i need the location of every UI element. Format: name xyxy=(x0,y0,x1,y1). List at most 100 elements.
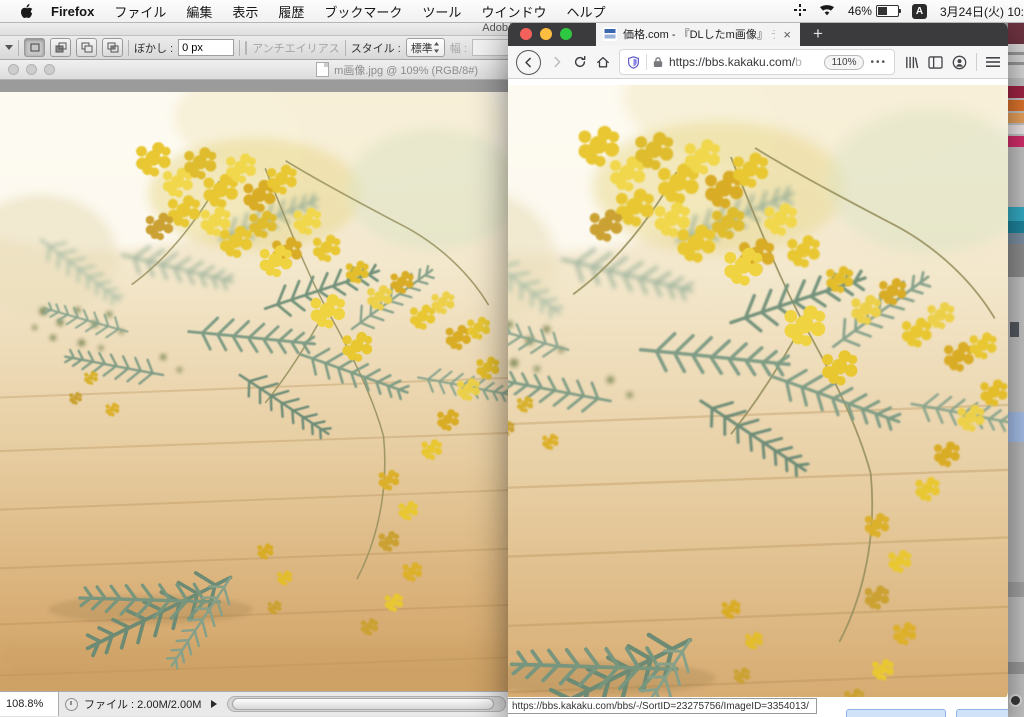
antialias-label: アンチエイリアス xyxy=(252,42,340,55)
separator xyxy=(128,39,129,56)
tab-title: 価格.com - 『DLしたm画像』 デ xyxy=(623,29,775,41)
strip-segment xyxy=(1008,207,1024,221)
menu-file[interactable]: ファイル xyxy=(104,2,176,21)
status-url-text: https://bbs.kakaku.com/bbs/-/SortID=2327… xyxy=(512,700,809,712)
document-file-icon xyxy=(316,62,330,77)
page-actions-button[interactable]: ••• xyxy=(870,57,887,68)
mimosa-photo-photoshop[interactable] xyxy=(0,92,510,691)
library-button[interactable] xyxy=(904,55,919,70)
menu-edit[interactable]: 編集 xyxy=(176,2,222,21)
page-button-partial[interactable] xyxy=(846,709,946,717)
add-selection-button[interactable] xyxy=(50,38,71,57)
new-selection-button[interactable] xyxy=(24,38,45,57)
strip-segment xyxy=(1008,136,1024,147)
close-window-button[interactable] xyxy=(520,28,532,40)
back-button[interactable] xyxy=(516,49,541,75)
strip-segment xyxy=(1008,412,1024,442)
image-lightbox-card xyxy=(508,85,1008,703)
url-bar[interactable]: https://bbs.kakaku.com/b 110% ••• xyxy=(619,49,895,75)
new-tab-button[interactable]: + xyxy=(800,22,836,46)
menu-button[interactable] xyxy=(986,56,1000,68)
strip-segment xyxy=(1008,100,1024,111)
menubar-app-name[interactable]: Firefox xyxy=(41,4,104,19)
strip-segment xyxy=(1010,322,1019,337)
strip-segment xyxy=(1008,113,1024,123)
firefox-window: 価格.com - 『DLしたm画像』 デ × + https://bbs.kak… xyxy=(508,22,1008,717)
url-text[interactable]: https://bbs.kakaku.com/b xyxy=(669,55,818,69)
intersect-selection-button[interactable] xyxy=(102,38,123,57)
mimosa-photo-browser[interactable] xyxy=(508,85,1008,697)
strip-segment xyxy=(1008,221,1024,233)
battery-indicator[interactable]: 46% xyxy=(848,4,901,18)
background-window-strip[interactable] xyxy=(1008,22,1024,717)
menu-tools[interactable]: ツール xyxy=(412,2,471,21)
style-value: 標準 xyxy=(410,42,433,55)
feather-label: ぼかし : xyxy=(134,42,174,55)
menu-view[interactable]: 表示 xyxy=(222,2,268,21)
menu-help[interactable]: ヘルプ xyxy=(556,2,615,21)
style-select[interactable]: 標準 xyxy=(405,38,445,57)
zoom-window-button[interactable] xyxy=(560,28,572,40)
photoshop-canvas[interactable] xyxy=(0,92,510,691)
account-button[interactable] xyxy=(952,55,967,70)
sidebar-button[interactable] xyxy=(928,55,943,69)
minimize-window-button[interactable] xyxy=(540,28,552,40)
status-url-tooltip: https://bbs.kakaku.com/bbs/-/SortID=2327… xyxy=(508,698,817,714)
tool-preset-caret-icon[interactable] xyxy=(5,45,13,50)
photoshop-app-title: Adob xyxy=(482,22,508,34)
browser-tab[interactable]: 価格.com - 『DLしたm画像』 デ × xyxy=(596,22,800,46)
reload-button[interactable] xyxy=(573,55,587,69)
file-size-info: ファイル : 2.00M/2.00M xyxy=(84,699,202,711)
page-button-partial[interactable] xyxy=(956,709,1008,717)
background-circle-button xyxy=(1009,694,1022,707)
status-menu-arrow[interactable] xyxy=(211,700,218,708)
kakaku-favicon xyxy=(603,27,617,41)
apple-menu-icon[interactable] xyxy=(12,3,41,19)
input-method-badge[interactable]: A xyxy=(911,3,927,19)
separator xyxy=(646,54,647,70)
scrollbar-thumb[interactable] xyxy=(232,698,495,710)
menu-history[interactable]: 履歴 xyxy=(268,2,314,21)
separator xyxy=(18,39,19,56)
strip-segment xyxy=(1008,582,1024,597)
separator xyxy=(239,39,241,56)
strip-segment xyxy=(1008,125,1024,134)
width-label: 幅 : xyxy=(449,42,467,55)
home-button[interactable] xyxy=(596,55,610,69)
antialias-checkbox[interactable] xyxy=(245,40,248,55)
firefox-tabbar: 価格.com - 『DLしたm画像』 デ × + xyxy=(508,22,1008,46)
lock-icon[interactable] xyxy=(653,56,663,68)
strip-segment xyxy=(1008,52,1024,55)
horizontal-scrollbar[interactable] xyxy=(227,696,506,712)
document-titlebar: m画像.jpg @ 109% (RGB/8#) xyxy=(0,60,510,80)
tracking-shield-icon[interactable] xyxy=(627,55,640,69)
page-zoom-badge[interactable]: 110% xyxy=(823,54,865,70)
minimize-window-button[interactable] xyxy=(26,64,37,75)
strip-segment xyxy=(1008,662,1024,674)
status-clock-icon xyxy=(65,697,78,711)
zoom-window-button[interactable] xyxy=(44,64,55,75)
zoom-percent-value: 108.8% xyxy=(6,698,44,710)
subtract-selection-button[interactable] xyxy=(76,38,97,57)
feather-input[interactable] xyxy=(178,39,235,56)
zoom-percent-field[interactable]: 108.8% xyxy=(0,692,59,716)
menubar-extra-icon[interactable] xyxy=(793,3,806,19)
photoshop-app-titlebar: Adob xyxy=(0,22,510,36)
menubar-clock[interactable]: 3月24日(火) 10: xyxy=(940,3,1024,20)
separator xyxy=(344,39,346,56)
tab-close-button[interactable]: × xyxy=(781,27,793,42)
close-window-button[interactable] xyxy=(8,64,19,75)
document-title: m画像.jpg @ 109% (RGB/8#) xyxy=(334,64,478,77)
strip-segment xyxy=(1008,233,1024,244)
wifi-icon[interactable] xyxy=(819,4,835,19)
pasteboard xyxy=(0,80,510,92)
inactive-traffic-lights[interactable] xyxy=(8,64,55,75)
forward-button[interactable] xyxy=(550,55,564,69)
menu-bookmarks[interactable]: ブックマーク xyxy=(314,2,412,21)
strip-segment xyxy=(1008,22,1024,44)
strip-segment xyxy=(1008,86,1024,98)
stepper-arrows-icon xyxy=(433,42,439,53)
strip-segment xyxy=(1008,44,1024,78)
style-label: スタイル : xyxy=(350,42,401,55)
menu-window[interactable]: ウインドウ xyxy=(471,2,556,21)
